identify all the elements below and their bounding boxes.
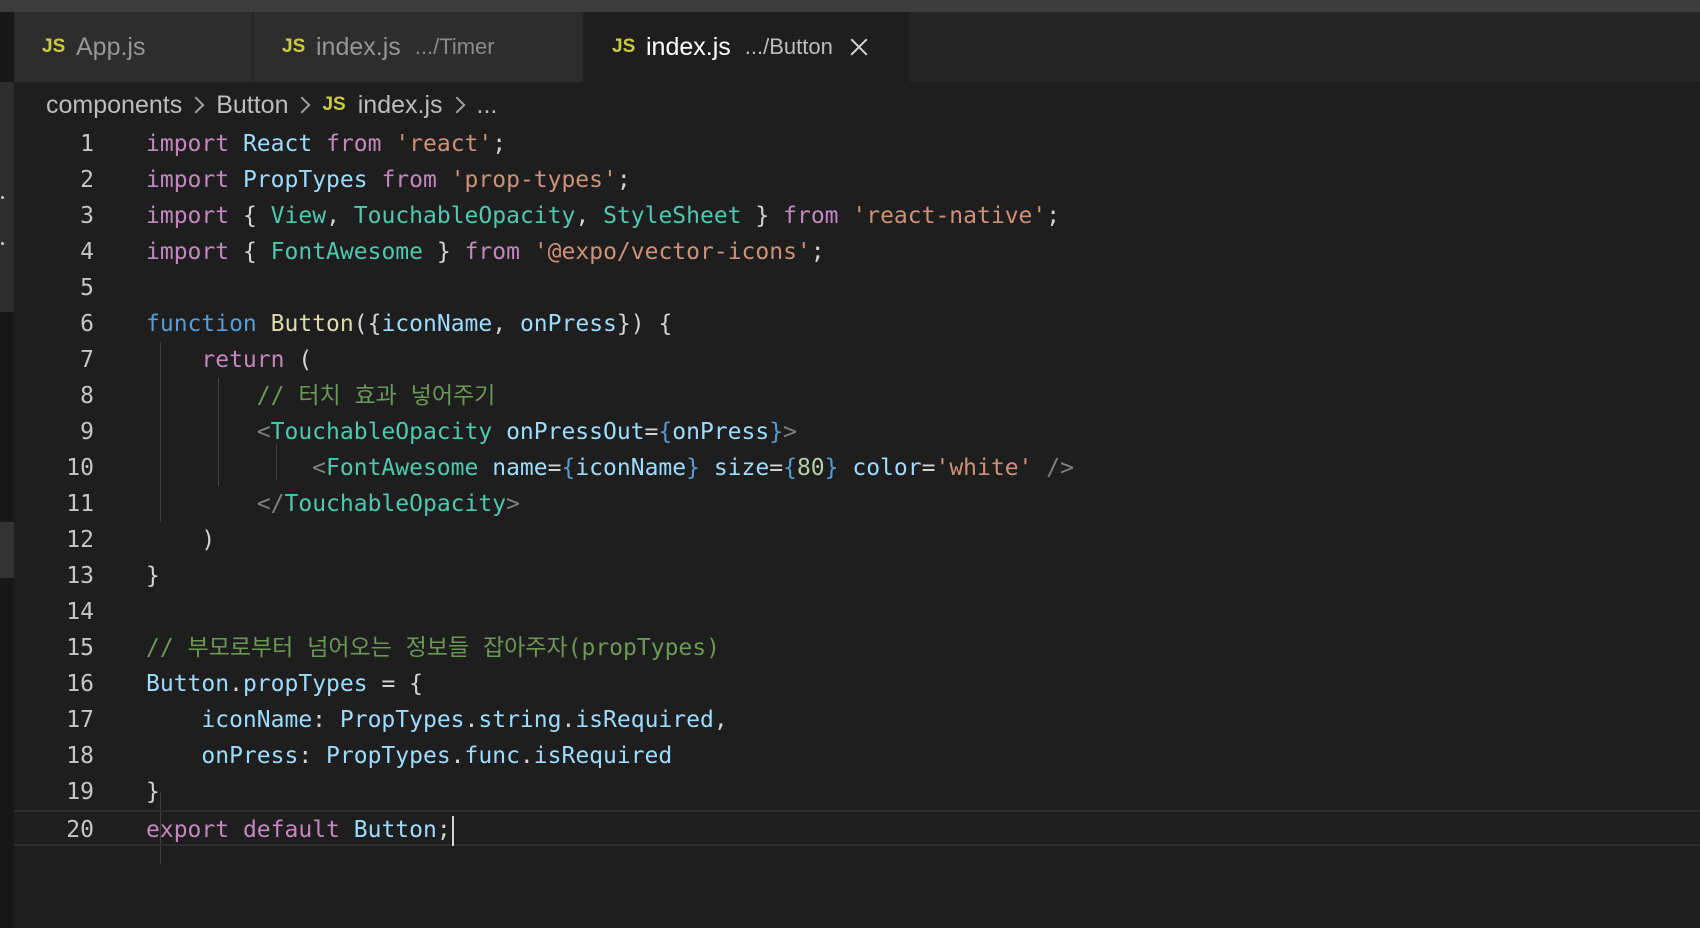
line-number: 1 — [80, 131, 94, 157]
line-number: 17 — [66, 707, 94, 733]
dot-icon — [1, 242, 4, 245]
js-file-icon: JS — [612, 36, 636, 57]
js-file-icon: JS — [42, 36, 66, 57]
tab-path-description: .../Timer — [414, 34, 495, 59]
breadcrumb-item-file[interactable]: index.js — [358, 91, 443, 120]
code-text: } — [146, 779, 160, 805]
code-text: iconName: PropTypes.string.isRequired, — [201, 707, 728, 733]
code-text: Button.propTypes = { — [146, 671, 424, 697]
close-icon[interactable] — [847, 35, 871, 59]
code-line[interactable]: 14 — [14, 594, 1700, 630]
tab-label: index.js — [316, 32, 401, 61]
code-text: import PropTypes from 'prop-types'; — [146, 167, 631, 193]
tab-path-description: .../Button — [744, 34, 833, 59]
code-line[interactable]: 10 <FontAwesome name={iconName} size={80… — [14, 450, 1700, 486]
code-text: </TouchableOpacity> — [256, 491, 520, 517]
code-line[interactable]: 4 import { FontAwesome } from '@expo/vect… — [14, 234, 1700, 270]
tab-label: index.js — [646, 32, 731, 61]
code-line[interactable]: 11 </TouchableOpacity> — [14, 486, 1700, 522]
tab-timer-index-js[interactable]: JS index.js .../Timer — [254, 12, 582, 82]
line-number: 12 — [66, 527, 94, 553]
chevron-right-icon — [187, 96, 205, 114]
line-number: 11 — [66, 491, 94, 517]
code-line[interactable]: 6 function Button({iconName, onPress}) { — [14, 306, 1700, 342]
chevron-right-icon — [293, 96, 311, 114]
code-text: return ( — [201, 347, 313, 373]
line-number: 20 — [66, 817, 94, 843]
code-line[interactable]: 18 onPress: PropTypes.func.isRequired — [14, 738, 1700, 774]
code-text: export default Button; — [146, 812, 454, 848]
code-text: // 부모로부터 넘어오는 정보들 잡아주자(propTypes) — [146, 635, 720, 661]
tab-button-index-js[interactable]: JS index.js .../Button — [584, 12, 910, 82]
code-line[interactable]: 15 // 부모로부터 넘어오는 정보들 잡아주자(propTypes) — [14, 630, 1700, 666]
code-line[interactable]: 1 import React from 'react'; — [14, 126, 1700, 162]
line-number: 3 — [80, 203, 94, 229]
line-number: 4 — [80, 239, 94, 265]
line-number: 13 — [66, 563, 94, 589]
code-line[interactable]: 8 // 터치 효과 넣어주기 — [14, 378, 1700, 414]
js-file-icon: JS — [322, 94, 346, 115]
line-number: 6 — [80, 311, 94, 337]
editor-tab-bar: JS App.js JS index.js .../Timer JS index… — [14, 12, 1700, 82]
code-line[interactable]: 16 Button.propTypes = { — [14, 666, 1700, 702]
code-text: onPress: PropTypes.func.isRequired — [201, 743, 673, 769]
code-text: ) — [201, 527, 216, 553]
activity-strip — [0, 12, 14, 928]
activity-indicator — [0, 522, 14, 578]
chevron-right-icon — [448, 96, 465, 114]
title-bar — [0, 0, 1700, 12]
code-text: } — [146, 563, 160, 589]
line-number: 9 — [80, 419, 94, 445]
code-text: import React from 'react'; — [146, 131, 507, 157]
code-text: import { View, TouchableOpacity, StyleSh… — [146, 203, 1061, 229]
code-text: <FontAwesome name={iconName} size={80} c… — [312, 455, 1074, 481]
breadcrumb-item-symbol[interactable]: ... — [477, 91, 498, 120]
line-number: 19 — [66, 779, 94, 805]
line-number: 8 — [80, 383, 94, 409]
code-line[interactable]: 5 — [14, 270, 1700, 306]
line-number: 5 — [80, 275, 94, 301]
tab-app-js[interactable]: JS App.js — [14, 12, 252, 82]
line-number: 10 — [66, 455, 94, 481]
line-number: 15 — [66, 635, 94, 661]
breadcrumb: components Button JS index.js ... — [46, 88, 497, 122]
code-text: // 터치 효과 넣어주기 — [256, 383, 496, 409]
line-number: 14 — [66, 599, 94, 625]
code-line[interactable]: 12 ) — [14, 522, 1700, 558]
code-line[interactable]: 19} — [14, 774, 1700, 810]
js-file-icon: JS — [282, 36, 306, 57]
code-line[interactable]: 7 return ( — [14, 342, 1700, 378]
code-text: function Button({iconName, onPress}) { — [146, 311, 673, 337]
code-line[interactable]: 13} — [14, 558, 1700, 594]
line-number: 2 — [80, 167, 94, 193]
code-text: import { FontAwesome } from '@expo/vecto… — [146, 239, 825, 265]
code-line[interactable]: 20 export default Button; — [14, 810, 1700, 846]
code-text: <TouchableOpacity onPressOut={onPress}> — [256, 419, 797, 445]
code-line[interactable]: 17 iconName: PropTypes.string.isRequired… — [14, 702, 1700, 738]
line-number: 7 — [80, 347, 94, 373]
breadcrumb-item-button[interactable]: Button — [216, 91, 288, 120]
line-number: 18 — [66, 743, 94, 769]
dot-icon — [1, 196, 4, 199]
code-line[interactable]: 2 import PropTypes from 'prop-types'; — [14, 162, 1700, 198]
code-line[interactable]: 3 import { View, TouchableOpacity, StyleS… — [14, 198, 1700, 234]
tab-label: App.js — [76, 32, 146, 61]
breadcrumb-item-components[interactable]: components — [46, 91, 182, 120]
text-cursor — [451, 815, 454, 846]
code-line[interactable]: 9 <TouchableOpacity onPressOut={onPress}… — [14, 414, 1700, 450]
code-editor[interactable]: 1 import React from 'react'; 2 import PropT… — [14, 126, 1700, 928]
line-number: 16 — [66, 671, 94, 697]
